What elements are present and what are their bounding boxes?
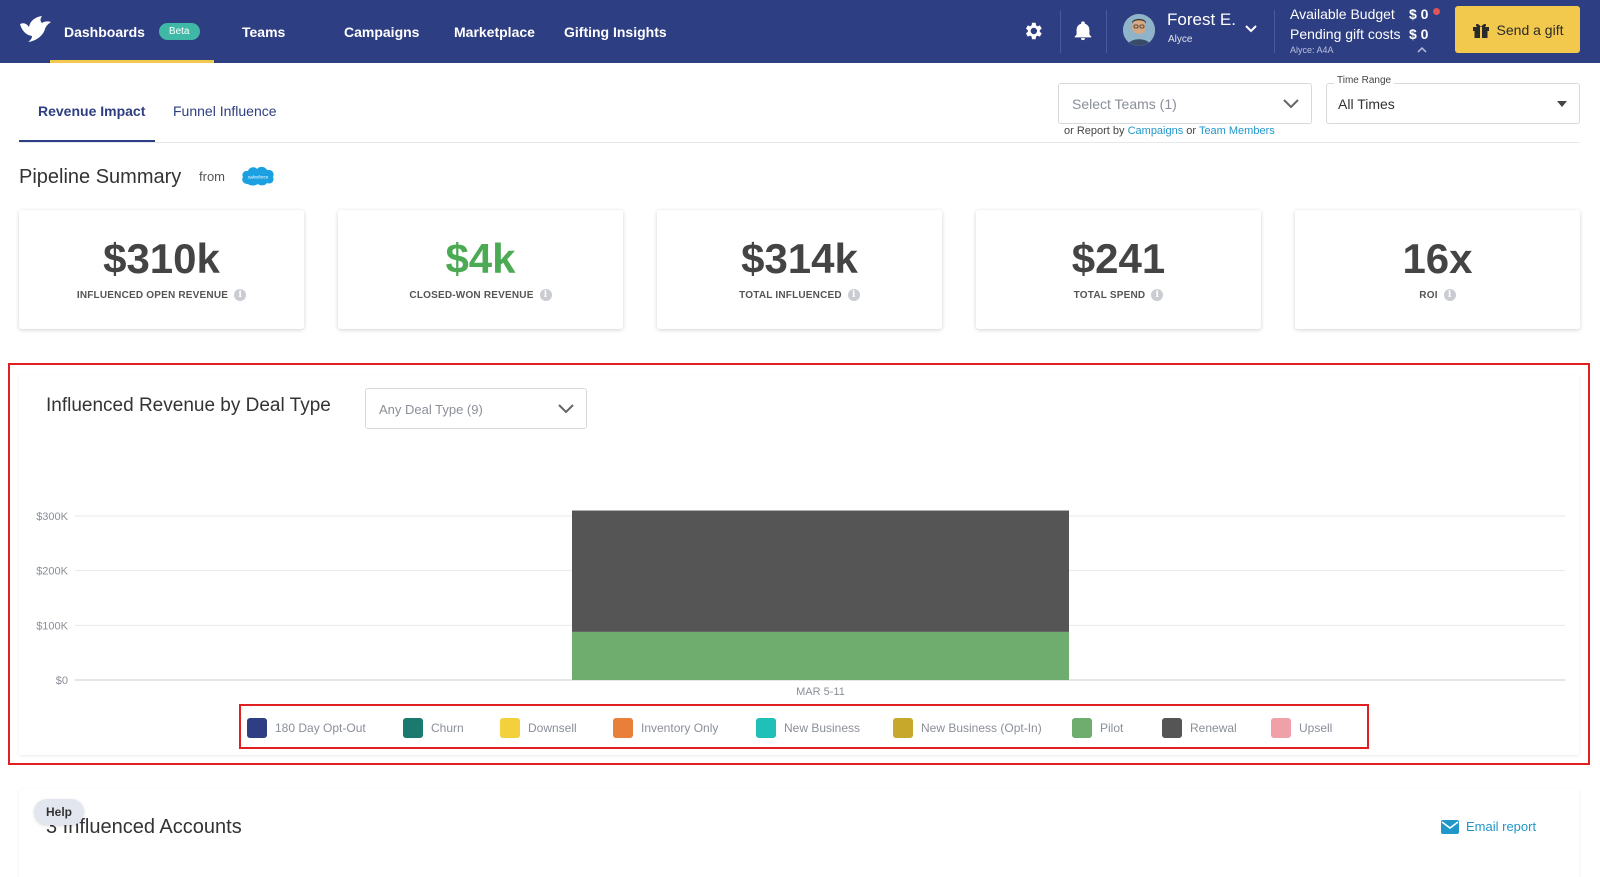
- legend-swatch: [613, 718, 633, 738]
- legend-label: New Business (Opt-In): [921, 721, 1042, 735]
- legend-swatch: [500, 718, 520, 738]
- legend-item[interactable]: Renewal: [1162, 718, 1237, 738]
- envelope-icon: [1441, 819, 1459, 834]
- influenced-accounts-card: [19, 789, 1579, 877]
- y-tick-label: $100K: [36, 620, 68, 632]
- user-name[interactable]: Forest E.: [1167, 10, 1236, 30]
- legend-item[interactable]: Upsell: [1271, 718, 1332, 738]
- send-gift-button[interactable]: Send a gift: [1455, 6, 1580, 53]
- bell-icon[interactable]: [1072, 20, 1094, 42]
- email-report-button[interactable]: Email report: [1441, 819, 1536, 834]
- user-org: Alyce: [1168, 34, 1193, 45]
- x-tick-label: MAR 5-11: [796, 686, 845, 698]
- nav-dashboards[interactable]: Dashboards Beta: [50, 0, 213, 63]
- pending-gift-costs-label: Pending gift costs: [1290, 26, 1401, 42]
- legend-swatch: [247, 718, 267, 738]
- chevron-down-icon[interactable]: [1244, 22, 1258, 36]
- nav-marketplace[interactable]: Marketplace: [454, 0, 535, 63]
- available-budget-value: $ 0: [1409, 6, 1429, 22]
- legend-label: Pilot: [1100, 721, 1124, 735]
- user-avatar-image: [1123, 14, 1155, 46]
- nav-teams[interactable]: Teams: [242, 0, 285, 63]
- y-tick-label: $0: [56, 675, 68, 687]
- legend-item[interactable]: Churn: [403, 718, 464, 738]
- user-avatar[interactable]: [1123, 14, 1155, 46]
- legend-swatch: [403, 718, 423, 738]
- legend-swatch: [756, 718, 776, 738]
- nav-divider: [1106, 10, 1107, 53]
- nav-divider: [1274, 10, 1275, 53]
- bar-segment[interactable]: [572, 510, 1069, 632]
- legend-swatch: [1271, 718, 1291, 738]
- legend-item[interactable]: Inventory Only: [613, 718, 718, 738]
- settings-icon[interactable]: [1022, 20, 1044, 42]
- budget-alert-dot: [1433, 8, 1440, 15]
- nav-campaigns[interactable]: Campaigns: [344, 0, 419, 63]
- legend-label: Inventory Only: [641, 721, 719, 735]
- budget-org: Alyce: A4A: [1290, 45, 1334, 55]
- nav-dashboards-label: Dashboards: [64, 23, 145, 40]
- legend-item[interactable]: Pilot: [1072, 718, 1123, 738]
- legend-label: Renewal: [1190, 721, 1237, 735]
- legend-swatch: [1072, 718, 1092, 738]
- y-tick-label: $300K: [36, 511, 68, 523]
- email-report-label: Email report: [1466, 819, 1537, 834]
- legend-swatch: [893, 718, 913, 738]
- legend-label: Churn: [431, 721, 464, 735]
- beta-badge: Beta: [158, 23, 200, 40]
- top-navigation-bar: Dashboards Beta Teams Campaigns Marketpl…: [0, 0, 1600, 63]
- legend-swatch: [1162, 718, 1182, 738]
- alyce-bird-logo-icon[interactable]: [18, 14, 52, 44]
- legend-item[interactable]: New Business (Opt-In): [893, 718, 1042, 738]
- legend-item[interactable]: Downsell: [500, 718, 577, 738]
- send-gift-label: Send a gift: [1496, 21, 1564, 38]
- y-tick-label: $200K: [36, 566, 68, 578]
- pending-gift-costs-value: $ 0: [1409, 26, 1429, 42]
- bar-segment[interactable]: [572, 631, 1069, 680]
- chart-legend: 180 Day Opt-Out Churn Downsell Inventory On…: [239, 704, 1369, 749]
- gift-icon: [1472, 23, 1489, 38]
- chevron-up-icon[interactable]: [1417, 46, 1427, 54]
- legend-item[interactable]: 180 Day Opt-Out: [247, 718, 366, 738]
- legend-label: New Business: [784, 721, 861, 735]
- available-budget-label: Available Budget: [1290, 6, 1395, 22]
- legend-label: Downsell: [528, 721, 577, 735]
- revenue-bar-chart: $0 $100K $200K $300K MAR 5-11: [36, 510, 1565, 698]
- legend-label: Upsell: [1299, 721, 1333, 735]
- nav-gifting-insights[interactable]: Gifting Insights: [564, 0, 667, 63]
- legend-label: 180 Day Opt-Out: [275, 721, 366, 735]
- nav-divider: [1060, 10, 1061, 53]
- legend-item[interactable]: New Business: [756, 718, 860, 738]
- main-content: Revenue Impact Funnel Influence Select T…: [0, 63, 1600, 877]
- help-button[interactable]: Help: [34, 799, 84, 825]
